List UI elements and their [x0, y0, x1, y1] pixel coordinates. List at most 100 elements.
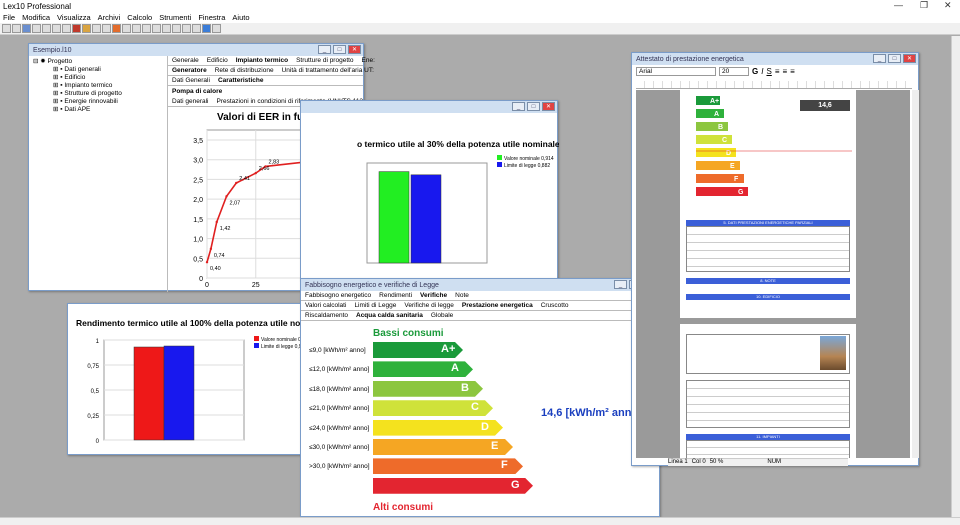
close-button[interactable]: ✕: [348, 45, 361, 54]
close-button[interactable]: ✕: [542, 102, 555, 111]
menu-finestra[interactable]: Finestra: [198, 13, 225, 23]
maximize-button[interactable]: □: [527, 102, 540, 111]
save-icon[interactable]: [22, 24, 31, 33]
tree-item[interactable]: ⊞ ▪ Dati generali: [33, 66, 163, 74]
fab-detailtabs[interactable]: Riscaldamento Acqua calda sanitaria Global…: [301, 311, 659, 321]
find-icon[interactable]: [162, 24, 171, 33]
tab[interactable]: Rete di distribuzione: [215, 67, 274, 74]
menu-visualizza[interactable]: Visualizza: [57, 13, 91, 23]
project-window-titlebar: Esempio.l10 _ □ ✕: [29, 44, 363, 56]
tab[interactable]: Acqua calda sanitaria: [356, 312, 423, 319]
eer-point: [209, 247, 213, 251]
new-file-icon[interactable]: [2, 24, 11, 33]
data-label: 0,74: [214, 253, 225, 259]
close-button[interactable]: ✕: [903, 54, 916, 63]
tab[interactable]: Verifiche: [420, 292, 447, 299]
section-10-title: 10. EDIFICIO: [686, 294, 850, 300]
tab[interactable]: Fabbisogno energetico: [305, 292, 371, 299]
sub-tabs[interactable]: Generatore Rete di distribuzione Unità di …: [168, 66, 374, 76]
filter-icon[interactable]: [172, 24, 181, 33]
tree-item[interactable]: ⊟ ✹ Progetto: [33, 58, 163, 66]
print-icon[interactable]: [62, 24, 71, 33]
tab[interactable]: Valori calcolati: [305, 302, 346, 309]
building-icon[interactable]: [82, 24, 91, 33]
maximize-button[interactable]: □: [333, 45, 346, 54]
tab[interactable]: Dati Generali: [172, 77, 210, 84]
tree-item[interactable]: ⊞ ▪ Energie rinnovabili: [33, 98, 163, 106]
cut-icon[interactable]: [32, 24, 41, 33]
chart-title: Rendimento termico utile al 100% della p…: [76, 318, 304, 328]
menu-archivi[interactable]: Archivi: [98, 13, 121, 23]
align-right-icon[interactable]: ≡: [790, 67, 795, 76]
size-select[interactable]: 20: [719, 67, 749, 76]
energy-value: 14,6 [kWh/m² anno]: [541, 407, 642, 419]
bold-button[interactable]: G: [752, 67, 758, 76]
search-icon[interactable]: [152, 24, 161, 33]
font-select[interactable]: Arial: [636, 67, 716, 76]
tree-item[interactable]: ⊞ ▪ Edificio: [33, 74, 163, 82]
settings-icon[interactable]: [182, 24, 191, 33]
minimize-button[interactable]: _: [512, 102, 525, 111]
close-icon[interactable]: ✕: [944, 0, 952, 11]
stop-icon[interactable]: [72, 24, 81, 33]
help-icon[interactable]: [202, 24, 211, 33]
tab[interactable]: Dati generali: [172, 98, 209, 105]
align-center-icon[interactable]: ≡: [782, 67, 787, 76]
restore-icon[interactable]: ❐: [920, 0, 928, 11]
tab[interactable]: Limiti di Legge: [354, 302, 396, 309]
main-tabs[interactable]: Generale Edificio Impianto termico Struttur…: [168, 56, 375, 66]
underline-button[interactable]: S: [766, 67, 771, 76]
tab[interactable]: Verifiche di legge: [404, 302, 454, 309]
maximize-button[interactable]: □: [888, 54, 901, 63]
tab[interactable]: Prestazione energetica: [462, 302, 533, 309]
tab[interactable]: Cruscotto: [541, 302, 569, 309]
menu-modifica[interactable]: Modifica: [22, 13, 50, 23]
report-icon[interactable]: [92, 24, 101, 33]
tab[interactable]: Caratteristiche: [218, 77, 264, 84]
info-icon[interactable]: [212, 24, 221, 33]
calc-icon[interactable]: [112, 24, 121, 33]
legend-label: Valore nominale 0,9:: [261, 337, 304, 343]
tab[interactable]: Rendimenti: [379, 292, 412, 299]
tab[interactable]: Generatore: [172, 67, 207, 74]
minimize-button[interactable]: _: [614, 280, 627, 289]
tab[interactable]: Riscaldamento: [305, 312, 348, 319]
tree-item[interactable]: ⊞ ▪ Strutture di progetto: [33, 90, 163, 98]
tab[interactable]: Impianto termico: [236, 57, 288, 64]
zoom-in-icon[interactable]: [132, 24, 141, 33]
minimize-button[interactable]: _: [873, 54, 886, 63]
tab[interactable]: Globale: [431, 312, 453, 319]
tab[interactable]: Unità di trattamento dell'aria UT:: [282, 67, 374, 74]
tab[interactable]: Ene:: [362, 57, 375, 64]
chart-icon[interactable]: [102, 24, 111, 33]
menu-calcolo[interactable]: Calcolo: [127, 13, 152, 23]
project-tree[interactable]: ⊟ ✹ Progetto ⊞ ▪ Dati generali ⊞ ▪ Edifici…: [33, 58, 163, 114]
tools-icon[interactable]: [192, 24, 201, 33]
minimize-button[interactable]: _: [318, 45, 331, 54]
zoom-icon[interactable]: [122, 24, 131, 33]
menu-file[interactable]: File: [3, 13, 15, 23]
app-title: Lex10 Professional: [3, 2, 72, 11]
fab-tabs[interactable]: Fabbisogno energetico Rendimenti Verifiche…: [301, 291, 659, 301]
copy-icon[interactable]: [42, 24, 51, 33]
mdi-scrollbar[interactable]: [951, 36, 960, 517]
ape-scrollbar[interactable]: [912, 90, 919, 458]
detail-tabs[interactable]: Dati Generali Caratteristiche: [168, 76, 363, 86]
tab[interactable]: Strutture di progetto: [296, 57, 353, 64]
tab[interactable]: Generale: [172, 57, 199, 64]
chart100-window: Rendimento termico utile al 100% della p…: [67, 303, 304, 455]
menu-strumenti[interactable]: Strumenti: [159, 13, 191, 23]
fab-subtabs[interactable]: Valori calcolati Limiti di Legge Verifiche…: [301, 301, 659, 311]
minimize-icon[interactable]: —: [894, 0, 903, 10]
tree-item[interactable]: ⊞ ▪ Dati APE: [33, 106, 163, 114]
tab[interactable]: Edificio: [207, 57, 228, 64]
menu-aiuto[interactable]: Aiuto: [232, 13, 249, 23]
align-left-icon[interactable]: ≡: [775, 67, 780, 76]
tree-label: Impianto termico: [64, 82, 113, 89]
paste-icon[interactable]: [52, 24, 61, 33]
italic-button[interactable]: I: [761, 67, 763, 76]
tab[interactable]: Note: [455, 292, 469, 299]
open-file-icon[interactable]: [12, 24, 21, 33]
zoom-out-icon[interactable]: [142, 24, 151, 33]
tree-item[interactable]: ⊞ ▪ Impianto termico: [33, 82, 163, 90]
